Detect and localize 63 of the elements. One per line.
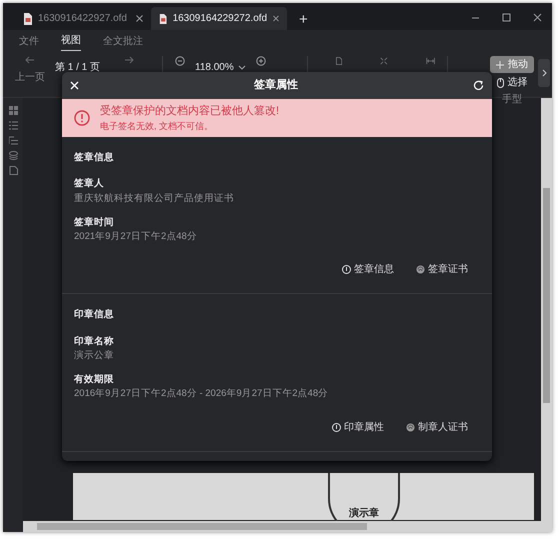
action-link[interactable]: 签章信息	[342, 262, 394, 278]
section-heading: 签章信息	[74, 151, 115, 165]
horizontal-scrollbar[interactable]	[23, 521, 552, 532]
file-icon	[23, 12, 32, 24]
thumbnails-icon[interactable]	[8, 106, 18, 115]
field-label: 有效期限	[74, 373, 115, 387]
info-icon	[332, 422, 341, 432]
close-icon[interactable]	[533, 13, 542, 22]
mode-caption: 手型	[502, 92, 522, 107]
list-icon[interactable]	[8, 121, 18, 130]
field-label: 印章名称	[74, 334, 115, 348]
action-link[interactable]: 签章证书	[416, 262, 468, 278]
menu-tab[interactable]: 视图	[61, 31, 81, 51]
previous-page-label[interactable]: 上一页	[15, 70, 45, 85]
field-value: 2016年9月27日下午2点48分 - 2026年9月27日下午2点48分	[74, 387, 330, 402]
menu-tab[interactable]: 全文批注	[103, 32, 143, 50]
field-value: 演示公章	[74, 348, 115, 363]
field-label: 签章时间	[74, 216, 115, 230]
left-arrow-icon[interactable]	[25, 56, 35, 64]
outline-icon[interactable]	[8, 136, 18, 145]
expand-button[interactable]	[538, 59, 550, 87]
close-tab-icon[interactable]	[136, 15, 143, 22]
refresh-icon[interactable]	[473, 80, 484, 91]
section-heading: 印章信息	[74, 308, 115, 322]
alert-title: 受签章保护的文档内容已被他人篡改!	[100, 104, 280, 119]
page-icon[interactable]	[336, 56, 342, 66]
file-icon	[159, 12, 167, 24]
new-tab-button[interactable]: +	[299, 12, 308, 27]
scrollbar-thumb[interactable]	[543, 188, 550, 403]
document-tab[interactable]: 1630916422927.ofd	[15, 7, 151, 30]
close-tab-icon[interactable]	[273, 15, 279, 22]
maximize-icon[interactable]	[502, 13, 511, 22]
field-value: 2021年9月27日下午2点48分	[74, 230, 198, 244]
zoom-level[interactable]: 118.00%	[195, 60, 234, 75]
field-label: 签章人	[74, 177, 105, 192]
mode-button[interactable]: 选择	[490, 74, 534, 91]
scrollbar-thumb[interactable]	[37, 523, 367, 530]
action-link[interactable]: 印章属性	[332, 420, 384, 434]
menu-tab[interactable]: 文件	[19, 32, 39, 50]
chevron-right-icon	[542, 69, 546, 77]
fit-width-icon[interactable]	[426, 56, 436, 66]
caret-icon[interactable]	[238, 65, 246, 70]
page-indicator: 第 1 / 1 页	[55, 61, 100, 75]
stamp-text: 演示章	[349, 506, 379, 521]
document-tab[interactable]: 16309164229272.ofd	[151, 7, 287, 30]
warning-icon	[74, 110, 90, 126]
fingerprint-icon	[406, 422, 415, 432]
zoom-in-icon[interactable]	[256, 56, 266, 66]
vertical-scrollbar[interactable]	[541, 98, 552, 521]
dialog-title: 签章属性	[253, 78, 299, 94]
fit-icon[interactable]	[380, 56, 388, 66]
action-link[interactable]: 制章人证书	[406, 420, 468, 434]
move-icon	[496, 60, 504, 68]
fingerprint-icon	[416, 265, 425, 274]
right-arrow-icon[interactable]	[124, 56, 134, 64]
info-icon	[342, 265, 351, 274]
field-value: 重庆软航科技有限公司产品使用证书	[74, 192, 235, 206]
mouse-icon	[496, 78, 504, 88]
mode-button[interactable]: 拖动	[490, 56, 534, 73]
document-icon[interactable]	[8, 166, 18, 175]
alert-message: 电子签名无效, 文档不可信。	[100, 120, 214, 132]
layers-icon[interactable]	[8, 151, 18, 160]
zoom-out-icon[interactable]	[175, 56, 185, 66]
